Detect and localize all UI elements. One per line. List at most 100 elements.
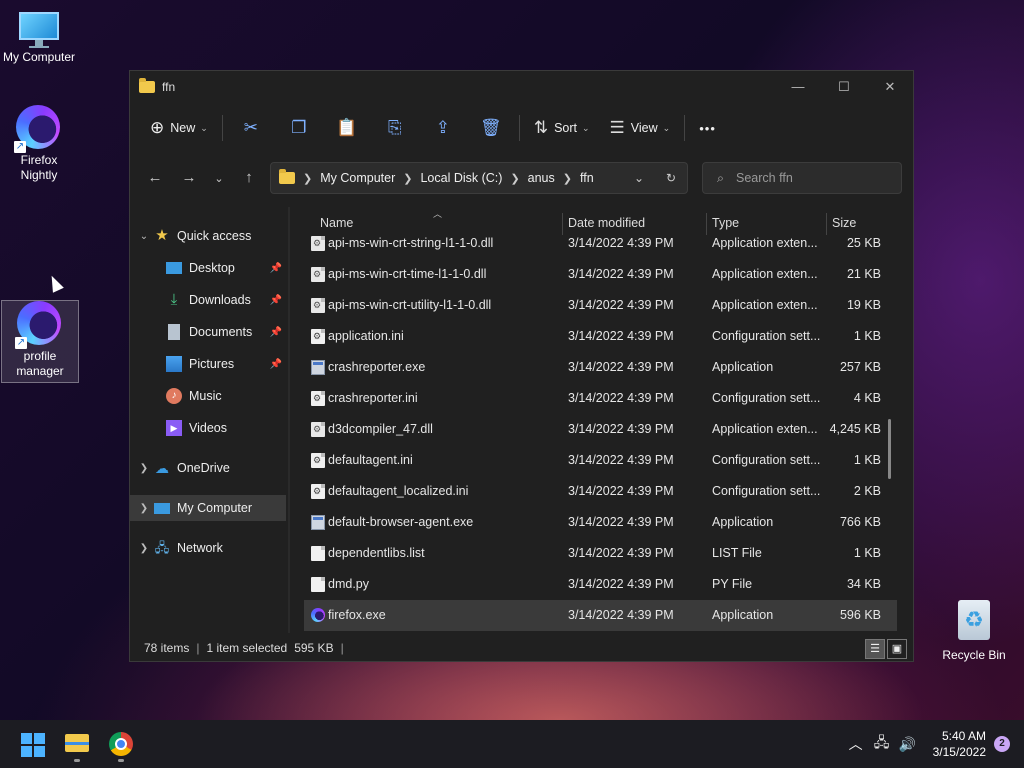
start-button[interactable] xyxy=(12,726,52,762)
sidebar-item-desktop[interactable]: Desktop 📌 xyxy=(130,255,286,281)
table-row[interactable]: d3dcompiler_47.dll 3/14/2022 4:39 PM Appli… xyxy=(304,414,897,445)
column-header-name[interactable]: Name xyxy=(320,216,353,230)
file-type: Configuration sett... xyxy=(712,329,821,343)
clock-time: 5:40 AM xyxy=(941,729,986,743)
sidebar-item-videos[interactable]: ▶ Videos xyxy=(130,415,286,441)
sidebar-item-label: My Computer xyxy=(177,501,253,515)
column-divider[interactable] xyxy=(562,213,563,235)
copy-button[interactable]: ❐ xyxy=(275,111,323,145)
desktop-icon-my-computer[interactable]: My Computer xyxy=(1,10,77,65)
file-type: LIST File xyxy=(712,546,762,560)
paste-button[interactable]: 📋 xyxy=(323,111,371,145)
file-size: 1 KB xyxy=(853,453,881,467)
sidebar-item-label: OneDrive xyxy=(177,461,230,475)
title-bar[interactable]: ffn — ☐ ✕ xyxy=(130,71,913,103)
column-header-date-modified[interactable]: Date modified xyxy=(568,216,645,230)
sort-button[interactable]: ⇅ Sort ⌄ xyxy=(524,111,600,145)
view-button[interactable]: ☰ View ⌄ xyxy=(600,111,681,145)
clock[interactable]: 5:40 AM 3/15/2022 xyxy=(933,728,986,760)
address-history-dropdown[interactable]: ⌄ xyxy=(623,171,655,185)
sidebar-item-music[interactable]: ♪ Music xyxy=(130,383,286,409)
table-row[interactable]: api-ms-win-crt-utility-l1-1-0.dll 3/14/20… xyxy=(304,290,897,321)
network-status-icon[interactable]: 🖧 xyxy=(869,732,895,756)
desktop-icon-recycle-bin[interactable]: ♻ Recycle Bin xyxy=(936,598,1012,663)
share-button[interactable]: ⇪ xyxy=(419,111,467,145)
minimize-button[interactable]: — xyxy=(775,71,821,103)
maximize-button[interactable]: ☐ xyxy=(821,71,867,103)
table-row[interactable]: firefox.exe 3/14/2022 4:39 PM Application 5… xyxy=(304,600,897,631)
breadcrumb-local-disk[interactable]: Local Disk (C:) xyxy=(420,171,502,185)
delete-button[interactable]: 🗑 xyxy=(467,111,515,145)
application-icon xyxy=(311,515,325,530)
volume-icon[interactable]: 🔊 xyxy=(895,736,921,753)
document-icon xyxy=(168,324,180,340)
sidebar-item-downloads[interactable]: ⤓ Downloads 📌 xyxy=(130,287,286,313)
navigation-pane[interactable]: ⌄ ★ Quick access Desktop 📌 ⤓ Downloads 📌… xyxy=(130,207,288,633)
taskbar-chrome[interactable] xyxy=(101,726,141,762)
settings-file-icon xyxy=(311,453,325,468)
table-row[interactable]: dependentlibs.list 3/14/2022 4:39 PM LIST … xyxy=(304,538,897,569)
desktop-icon-profile-manager[interactable]: ↗ profile manager xyxy=(1,300,79,383)
new-button[interactable]: ⊕ New ⌄ xyxy=(140,111,218,145)
table-row[interactable]: defaultagent.ini 3/14/2022 4:39 PM Configu… xyxy=(304,445,897,476)
up-button[interactable]: ↑ xyxy=(232,163,266,193)
table-row[interactable]: api-ms-win-crt-string-l1-1-0.dll 3/14/202… xyxy=(304,235,897,259)
recent-locations-button[interactable]: ⌄ xyxy=(206,163,232,193)
table-row[interactable]: defaultagent_localized.ini 3/14/2022 4:39… xyxy=(304,476,897,507)
table-row[interactable]: application.ini 3/14/2022 4:39 PM Configur… xyxy=(304,321,897,352)
column-header-size[interactable]: Size xyxy=(832,216,856,230)
sidebar-item-network[interactable]: ❯ 🖧 Network xyxy=(130,535,286,561)
more-options-button[interactable]: ••• xyxy=(689,111,726,145)
arrow-right-icon: → xyxy=(181,169,197,186)
chevron-right-icon: ❯ xyxy=(139,462,149,474)
breadcrumb-ffn[interactable]: ffn xyxy=(580,171,594,185)
file-date-modified: 3/14/2022 4:39 PM xyxy=(568,577,674,591)
table-row[interactable]: default-browser-agent.exe 3/14/2022 4:39 … xyxy=(304,507,897,538)
pin-icon: 📌 xyxy=(269,262,282,274)
taskbar-file-explorer[interactable] xyxy=(57,726,97,762)
desktop-icon-firefox-nightly[interactable]: ↗ Firefox Nightly xyxy=(1,105,77,183)
selection-count: 1 item selected xyxy=(206,641,288,655)
column-divider[interactable] xyxy=(826,213,827,235)
table-row[interactable]: crashreporter.exe 3/14/2022 4:39 PM Applic… xyxy=(304,352,897,383)
music-icon: ♪ xyxy=(166,388,182,404)
cut-button[interactable]: ✂ xyxy=(227,111,275,145)
notification-badge[interactable]: 2 xyxy=(994,736,1010,752)
details-view-button[interactable]: ☰ xyxy=(865,639,885,659)
file-list: ︿ Name Date modified Type Size api-ms-wi… xyxy=(304,207,897,633)
navigation-pane-scrollbar[interactable] xyxy=(288,207,290,633)
breadcrumb-my-computer[interactable]: My Computer xyxy=(320,171,395,185)
sidebar-item-pictures[interactable]: Pictures 📌 xyxy=(130,351,286,377)
table-row[interactable]: dmd.py 3/14/2022 4:39 PM PY File 34 KB xyxy=(304,569,897,600)
dll-file-icon xyxy=(311,422,325,437)
breadcrumb-anus[interactable]: anus xyxy=(528,171,555,185)
arrow-left-icon: ← xyxy=(147,169,163,186)
rename-button[interactable]: ⎘ xyxy=(371,111,419,145)
tiles-view-button[interactable]: ▣ xyxy=(887,639,907,659)
mouse-cursor xyxy=(46,273,64,293)
file-type: Application exten... xyxy=(712,236,818,250)
shortcut-arrow-icon: ↗ xyxy=(14,141,26,153)
column-header-type[interactable]: Type xyxy=(712,216,739,230)
back-button[interactable]: ← xyxy=(138,163,172,193)
sidebar-item-quick-access[interactable]: ⌄ ★ Quick access xyxy=(130,223,286,249)
table-row[interactable]: crashreporter.ini 3/14/2022 4:39 PM Config… xyxy=(304,383,897,414)
table-row[interactable]: api-ms-win-crt-time-l1-1-0.dll 3/14/2022 … xyxy=(304,259,897,290)
desktop-icon-label: profile manager xyxy=(16,349,64,378)
forward-button[interactable]: → xyxy=(172,163,206,193)
column-divider[interactable] xyxy=(706,213,707,235)
chevron-right-icon: ❯ xyxy=(139,542,149,554)
desktop-icon-label: Firefox Nightly xyxy=(20,153,58,182)
vertical-scrollbar-thumb[interactable] xyxy=(888,419,891,479)
chevron-up-icon[interactable]: ︿ xyxy=(843,734,869,754)
search-box[interactable]: ⌕ Search ffn xyxy=(702,162,902,194)
address-bar[interactable]: ❯ My Computer ❯ Local Disk (C:) ❯ anus ❯… xyxy=(270,162,688,194)
refresh-button[interactable]: ↻ xyxy=(655,171,687,185)
file-size: 1 KB xyxy=(853,546,881,560)
file-name: defaultagent.ini xyxy=(328,453,413,467)
sidebar-item-documents[interactable]: Documents 📌 xyxy=(130,319,286,345)
sidebar-item-onedrive[interactable]: ❯ ☁ OneDrive xyxy=(130,455,286,481)
sidebar-item-label: Network xyxy=(177,541,223,555)
sidebar-item-my-computer[interactable]: ❯ My Computer xyxy=(130,495,286,521)
close-button[interactable]: ✕ xyxy=(867,71,913,103)
